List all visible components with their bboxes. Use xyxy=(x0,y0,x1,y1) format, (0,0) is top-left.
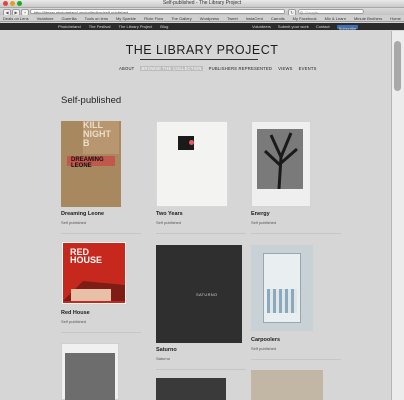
bookmark-item[interactable]: Minute Brothers xyxy=(354,16,382,21)
book-subtitle: Self published xyxy=(156,220,182,225)
book-cover-partial-2[interactable] xyxy=(156,378,226,400)
book-cover-carpoolers[interactable] xyxy=(251,245,313,331)
divider xyxy=(61,332,141,333)
vertical-scrollbar[interactable] xyxy=(391,31,404,400)
bookmark-item[interactable]: Tweet xyxy=(227,16,238,21)
top-link-library[interactable]: The Library Project xyxy=(118,23,152,30)
browser-window: Self-published - The Library Project ◀ ▶… xyxy=(0,0,404,400)
bookmarks-bar: Deals on Lens Vodafone Guerrilla Tools on l… xyxy=(0,15,404,22)
logo-underline xyxy=(140,59,258,60)
browser-toolbar: ◀ ▶ + http://library.photoireland.org/co… xyxy=(0,8,404,16)
top-link-contact[interactable]: Contact xyxy=(316,23,330,30)
subscribe-button[interactable]: Subscribe xyxy=(336,24,359,31)
window-title: Self-published - The Library Project xyxy=(162,0,242,6)
book-cover-saturno[interactable]: SATURNO xyxy=(156,245,242,343)
bookmark-item[interactable]: The Gallery xyxy=(171,16,192,21)
cover-pattern xyxy=(267,289,297,313)
bookmark-item[interactable]: Flickr Flow xyxy=(144,16,163,21)
cover-house-image xyxy=(63,281,125,301)
bookmark-item[interactable]: Carrolls xyxy=(271,16,285,21)
cover-title-block: KILL NIGHT B xyxy=(83,121,119,154)
top-link-submit[interactable]: Submit your work xyxy=(278,23,309,30)
book-title-dreaming-leone[interactable]: Dreaming Leone xyxy=(61,211,104,217)
site-top-right: Volunteers Submit your work Contact Subs… xyxy=(252,23,359,31)
book-cover-partial-3[interactable] xyxy=(251,370,323,400)
bookmark-item[interactable]: Vodafone xyxy=(37,16,54,21)
book-title-red-house[interactable]: Red House xyxy=(61,310,90,316)
bookmark-item[interactable]: InstaCent xyxy=(246,16,263,21)
bookmark-item[interactable]: My Sparkle xyxy=(116,16,136,21)
menu-publishers[interactable]: PUBLISHERS REPRESENTED xyxy=(209,66,273,71)
book-cover-dreaming-leone[interactable]: KILL NIGHT B DREAMING LEONE xyxy=(61,121,121,207)
divider xyxy=(61,233,141,234)
top-link-festival[interactable]: The Festival xyxy=(89,23,111,30)
site-top-bar: PhotoIreland The Festival The Library Pr… xyxy=(0,23,404,31)
page-content xyxy=(0,31,392,400)
cover-text: SATURNO xyxy=(196,292,218,297)
cover-tree-image xyxy=(257,129,303,189)
book-cover-red-house[interactable]: RED HOUSE xyxy=(61,241,127,305)
site-logo[interactable]: THE LIBRARY PROJECT xyxy=(0,43,404,57)
menu-browse-collection[interactable]: BROWSE THE COLLECTION xyxy=(140,66,203,71)
book-subtitle: Self published xyxy=(251,346,277,351)
top-link-volunteers[interactable]: Volunteers xyxy=(252,23,271,30)
book-cover-partial-1[interactable] xyxy=(61,343,119,400)
bookmark-item[interactable]: Mix & Learn xyxy=(325,16,346,21)
cover-dot xyxy=(189,140,194,145)
menu-about[interactable]: ABOUT xyxy=(119,66,134,71)
bookmark-item[interactable]: Deals on Lens xyxy=(3,16,29,21)
site-top-links: PhotoIreland The Festival The Library Pr… xyxy=(58,23,168,30)
bookmark-item[interactable]: Guerrilla xyxy=(61,16,76,21)
divider xyxy=(251,359,341,360)
book-title-carpoolers[interactable]: Carpoolers xyxy=(251,337,280,343)
cover-text: RED HOUSE xyxy=(70,247,103,265)
divider xyxy=(156,233,246,234)
divider xyxy=(156,369,246,370)
top-link-blog[interactable]: Blog xyxy=(160,23,168,30)
top-link-photoireland[interactable]: PhotoIreland xyxy=(58,23,81,30)
title-bar: Self-published - The Library Project xyxy=(0,0,404,8)
book-subtitle: Saturno xyxy=(156,356,171,361)
bookmark-item[interactable]: My Facebook xyxy=(293,16,317,21)
bookmark-item[interactable]: Wordpress xyxy=(200,16,219,21)
book-cover-energy[interactable] xyxy=(251,121,311,207)
book-subtitle: Self published xyxy=(251,220,277,225)
page-title: Self-published xyxy=(61,95,122,106)
bookmark-item[interactable]: Tools on lens xyxy=(85,16,108,21)
book-title-energy[interactable]: Energy xyxy=(251,211,270,217)
divider xyxy=(251,233,341,234)
bookmark-item[interactable]: Home xyxy=(390,16,401,21)
menu-views[interactable]: VIEWS xyxy=(278,66,293,71)
book-title-saturno[interactable]: Saturno xyxy=(156,347,177,353)
address-bar[interactable]: http://library.photoireland.org/collecti… xyxy=(30,9,285,14)
book-cover-two-years[interactable] xyxy=(156,121,228,207)
cover-image xyxy=(65,353,115,400)
menu-events[interactable]: EVENTS xyxy=(299,66,317,71)
cover-text: DREAMING LEONE xyxy=(71,157,104,169)
search-field[interactable]: ⚲ Google xyxy=(298,9,364,15)
book-subtitle: Self published xyxy=(61,220,87,225)
book-title-two-years[interactable]: Two Years xyxy=(156,211,183,217)
book-subtitle: Self published xyxy=(61,319,87,324)
site-menu: ABOUT BROWSE THE COLLECTION PUBLISHERS R… xyxy=(119,66,317,71)
